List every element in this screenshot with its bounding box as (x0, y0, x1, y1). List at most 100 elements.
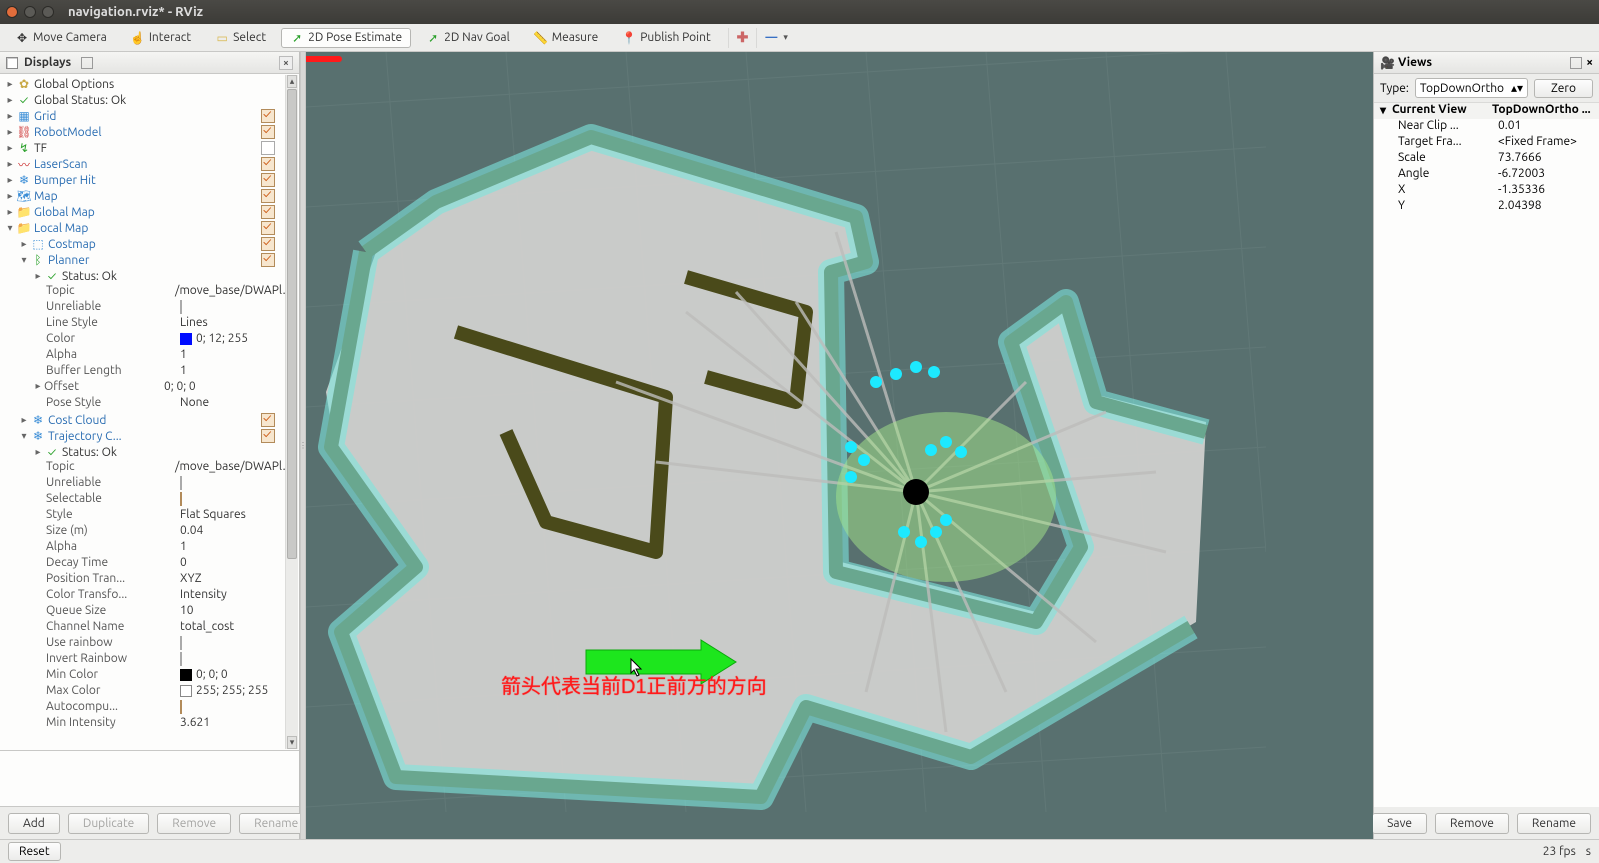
checkbox[interactable] (180, 700, 182, 714)
checkbox[interactable] (261, 237, 275, 251)
close-panel-button[interactable]: × (279, 56, 293, 70)
checkbox[interactable] (261, 189, 275, 203)
current-view-value[interactable]: TopDownOrtho ... (1492, 103, 1599, 119)
tool-dropdown-icon[interactable]: ▾ (783, 32, 788, 43)
prop-key[interactable]: Unreliable (46, 476, 176, 492)
checkbox[interactable] (261, 253, 275, 267)
prop-key[interactable]: Y (1398, 199, 1498, 215)
add-button[interactable]: Add (8, 813, 60, 834)
prop-value[interactable]: 255; 255; 255 (196, 684, 268, 697)
prop-value[interactable]: 1 (176, 348, 187, 364)
prop-value[interactable]: XYZ (176, 572, 202, 588)
prop-key[interactable]: Autocompu... (46, 700, 176, 716)
popout-button[interactable] (1570, 57, 1582, 69)
close-window-button[interactable] (6, 6, 18, 18)
tree-item[interactable]: Grid (34, 110, 56, 123)
prop-value[interactable]: /move_base/DWAPlan... (171, 460, 299, 476)
prop-key[interactable]: Angle (1398, 167, 1498, 183)
prop-value[interactable]: 1 (176, 364, 187, 380)
scrollbar[interactable]: ▴ ▾ (285, 75, 298, 749)
3d-view[interactable]: 起点状态 箭头代表当前D1正前方的方向 (306, 52, 1373, 839)
scroll-down-button[interactable]: ▾ (287, 736, 297, 749)
checkbox[interactable] (261, 205, 275, 219)
prop-key[interactable]: Target Fra... (1398, 135, 1498, 151)
tree-item[interactable]: RobotModel (34, 126, 101, 139)
current-view-label[interactable]: Current View (1392, 103, 1492, 119)
prop-key[interactable]: Channel Name (46, 620, 176, 636)
tree-item[interactable]: Map (34, 190, 58, 203)
prop-value[interactable]: 3.621 (176, 716, 210, 732)
interact-tool[interactable]: ☝ Interact (122, 28, 200, 48)
prop-key[interactable]: Near Clip ... (1398, 119, 1498, 135)
prop-key[interactable]: Selectable (46, 492, 176, 508)
prop-key[interactable]: Unreliable (46, 300, 176, 316)
checkbox[interactable] (261, 157, 275, 171)
close-panel-button[interactable]: × (1586, 56, 1593, 69)
prop-key[interactable]: X (1398, 183, 1498, 199)
prop-key[interactable]: Alpha (46, 348, 176, 364)
select-tool[interactable]: ▭ Select (206, 28, 275, 48)
checkbox[interactable] (261, 125, 275, 139)
checkbox[interactable] (180, 492, 182, 506)
prop-key[interactable]: Line Style (46, 316, 176, 332)
tree-item[interactable]: Global Status: Ok (34, 94, 126, 107)
2d-nav-goal-tool[interactable]: ➚ 2D Nav Goal (417, 28, 519, 48)
views-panel-header[interactable]: 🎥 Views × (1374, 52, 1599, 74)
checkbox[interactable] (180, 636, 182, 650)
prop-key[interactable]: Min Intensity (46, 716, 176, 732)
prop-value[interactable]: -1.35336 (1498, 183, 1599, 199)
checkbox[interactable] (261, 173, 275, 187)
prop-key[interactable]: Offset (44, 380, 160, 396)
tree-item[interactable]: Bumper Hit (34, 174, 96, 187)
minimize-window-button[interactable] (24, 6, 36, 18)
tree-item[interactable]: Status: Ok (62, 446, 117, 459)
view-props-table[interactable]: ▾Current ViewTopDownOrtho ... Near Clip … (1374, 103, 1599, 807)
rename-view-button[interactable]: Rename (1517, 813, 1591, 834)
checkbox[interactable] (261, 109, 275, 123)
measure-tool[interactable]: 📏 Measure (525, 28, 607, 48)
tree-item[interactable]: Cost Cloud (48, 414, 106, 427)
tree-item[interactable]: Global Options (34, 78, 114, 91)
prop-value[interactable]: 0; 0; 0 (160, 380, 196, 396)
prop-value[interactable]: Flat Squares (176, 508, 246, 524)
prop-key[interactable]: Min Color (46, 668, 176, 684)
prop-key[interactable]: Invert Rainbow (46, 652, 176, 668)
tree-item[interactable]: Costmap (48, 238, 96, 251)
prop-value[interactable]: 10 (176, 604, 194, 620)
remove-tool-button[interactable]: — (765, 31, 777, 44)
checkbox[interactable] (261, 221, 275, 235)
checkbox[interactable] (180, 476, 182, 490)
prop-key[interactable]: Use rainbow (46, 636, 176, 652)
tree-item[interactable]: TF (34, 142, 47, 155)
prop-key[interactable]: Style (46, 508, 176, 524)
checkbox[interactable] (261, 141, 275, 155)
prop-value[interactable]: 0; 12; 255 (196, 332, 248, 345)
checkbox[interactable] (180, 652, 182, 666)
prop-value[interactable]: 0 (176, 556, 187, 572)
prop-key[interactable]: Color (46, 332, 176, 348)
save-view-button[interactable]: Save (1372, 813, 1427, 834)
prop-value[interactable]: Intensity (176, 588, 227, 604)
tree-item[interactable]: Planner (48, 254, 89, 267)
move-camera-tool[interactable]: ✥ Move Camera (6, 28, 116, 48)
prop-key[interactable]: Size (m) (46, 524, 176, 540)
prop-value[interactable]: 73.7666 (1498, 151, 1599, 167)
checkbox[interactable] (261, 413, 275, 427)
scroll-up-button[interactable]: ▴ (287, 75, 297, 88)
prop-value[interactable]: 2.04398 (1498, 199, 1599, 215)
remove-button[interactable]: Remove (157, 813, 231, 834)
publish-point-tool[interactable]: 📍 Publish Point (613, 28, 719, 48)
maximize-window-button[interactable] (42, 6, 54, 18)
prop-value[interactable]: -6.72003 (1498, 167, 1599, 183)
add-tool-button[interactable]: ✚ (737, 29, 749, 46)
prop-key[interactable]: Position Tran... (46, 572, 176, 588)
prop-key[interactable]: Max Color (46, 684, 176, 700)
reset-button[interactable]: Reset (8, 842, 61, 861)
prop-value[interactable]: <Fixed Frame> (1498, 135, 1599, 151)
tree-item[interactable]: LaserScan (34, 158, 88, 171)
prop-key[interactable]: Buffer Length (46, 364, 176, 380)
prop-value[interactable]: 0.01 (1498, 119, 1599, 135)
remove-view-button[interactable]: Remove (1435, 813, 1509, 834)
color-swatch[interactable] (180, 669, 192, 681)
prop-value[interactable]: total_cost (176, 620, 234, 636)
